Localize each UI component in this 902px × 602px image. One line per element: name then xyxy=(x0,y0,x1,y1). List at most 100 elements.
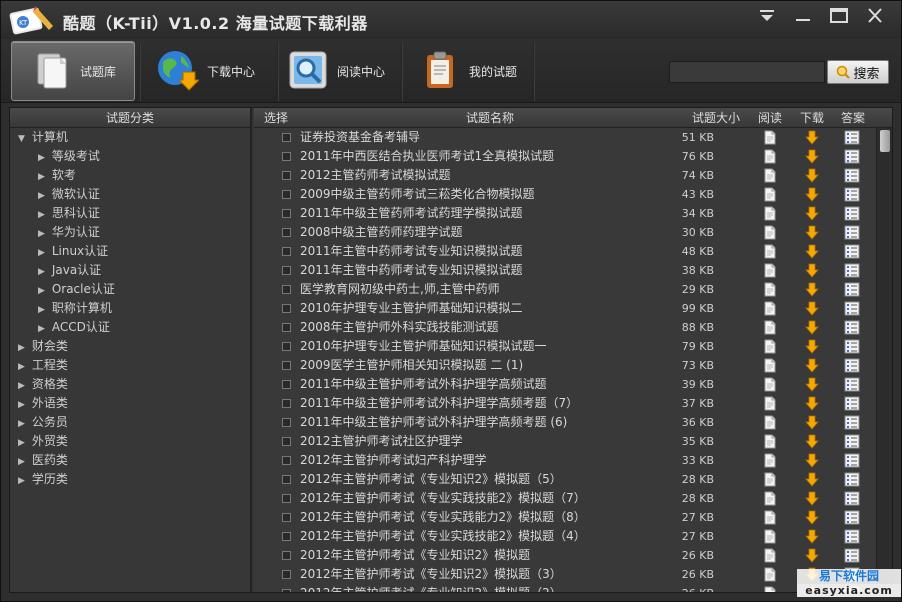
select-checkbox[interactable] xyxy=(282,418,291,427)
answer-list-icon[interactable] xyxy=(844,472,860,487)
tab-download-center[interactable]: 下载中心 xyxy=(155,41,275,101)
table-row[interactable]: 2011年中级主管护师考试外科护理学高频考题（7） 37 KB xyxy=(254,394,876,413)
select-checkbox[interactable] xyxy=(282,456,291,465)
select-checkbox[interactable] xyxy=(282,209,291,218)
select-checkbox[interactable] xyxy=(282,570,291,579)
table-row[interactable]: 2011年中级主管护师考试外科护理学高频考题 (6) 36 KB xyxy=(254,413,876,432)
answer-list-icon[interactable] xyxy=(844,415,860,430)
table-row[interactable]: 2012年主管护师考试《专业知识2》模拟题 26 KB xyxy=(254,546,876,565)
read-document-icon[interactable] xyxy=(762,225,778,240)
download-arrow-icon[interactable] xyxy=(804,225,820,240)
download-arrow-icon[interactable] xyxy=(804,320,820,335)
download-arrow-icon[interactable] xyxy=(804,130,820,145)
answer-list-icon[interactable] xyxy=(844,548,860,563)
table-row[interactable]: 2012年主管护师考试《专业知识2》模拟题（5） 28 KB xyxy=(254,470,876,489)
tab-my-questions[interactable]: 我的试题 xyxy=(421,41,531,101)
scrollbar-thumb[interactable] xyxy=(880,130,890,152)
download-arrow-icon[interactable] xyxy=(804,282,820,297)
tree-item[interactable]: ▶ Oracle认证 xyxy=(10,280,250,299)
read-document-icon[interactable] xyxy=(762,282,778,297)
read-document-icon[interactable] xyxy=(762,263,778,278)
select-checkbox[interactable] xyxy=(282,513,291,522)
download-arrow-icon[interactable] xyxy=(804,434,820,449)
select-checkbox[interactable] xyxy=(282,361,291,370)
table-row[interactable]: 2009医学主管护师相关知识模拟题 二 (1) 73 KB xyxy=(254,356,876,375)
column-select[interactable]: 选择 xyxy=(264,108,288,128)
table-row[interactable]: 2009中级主管药师考试三菘类化合物模拟题 43 KB xyxy=(254,185,876,204)
answer-list-icon[interactable] xyxy=(844,529,860,544)
read-document-icon[interactable] xyxy=(762,339,778,354)
select-checkbox[interactable] xyxy=(282,532,291,541)
table-row[interactable]: 证券投资基金备考辅导 51 KB xyxy=(254,128,876,147)
column-size[interactable]: 试题大小 xyxy=(692,108,740,128)
download-arrow-icon[interactable] xyxy=(804,453,820,468)
column-download[interactable]: 下载 xyxy=(800,108,824,128)
maximize-button[interactable] xyxy=(825,5,853,27)
table-row[interactable]: 2012主管护师考试社区护理学 35 KB xyxy=(254,432,876,451)
read-document-icon[interactable] xyxy=(762,377,778,392)
download-arrow-icon[interactable] xyxy=(804,510,820,525)
close-button[interactable] xyxy=(861,5,889,27)
search-input[interactable] xyxy=(669,61,825,83)
read-document-icon[interactable] xyxy=(762,396,778,411)
tree-item[interactable]: ▶ 微软认证 xyxy=(10,185,250,204)
answer-list-icon[interactable] xyxy=(844,510,860,525)
tree-item[interactable]: ▶ 外贸类 xyxy=(10,432,250,451)
tree-item[interactable]: ▶ 学历类 xyxy=(10,470,250,489)
read-document-icon[interactable] xyxy=(762,529,778,544)
tree-item[interactable]: ▶ 财会类 xyxy=(10,337,250,356)
read-document-icon[interactable] xyxy=(762,358,778,373)
answer-list-icon[interactable] xyxy=(844,244,860,259)
column-answer[interactable]: 答案 xyxy=(841,108,865,128)
table-row[interactable]: 2012年主管护师考试《专业实践技能2》模拟题（4） 27 KB xyxy=(254,527,876,546)
tree-item[interactable]: ▶ 外语类 xyxy=(10,394,250,413)
table-row[interactable]: 2012年主管护师考试《专业实践能力2》模拟题（8） 27 KB xyxy=(254,508,876,527)
answer-list-icon[interactable] xyxy=(844,263,860,278)
tree-item[interactable]: ▶ Linux认证 xyxy=(10,242,250,261)
answer-list-icon[interactable] xyxy=(844,282,860,297)
tree-item[interactable]: ▶ 思科认证 xyxy=(10,204,250,223)
download-arrow-icon[interactable] xyxy=(804,396,820,411)
read-document-icon[interactable] xyxy=(762,434,778,449)
table-row[interactable]: 2012年主管护师考试《专业知识2》模拟题（2） 26 KB xyxy=(254,584,876,592)
table-row[interactable]: 医学教育网初级中药士,师,主管中药师 29 KB xyxy=(254,280,876,299)
answer-list-icon[interactable] xyxy=(844,130,860,145)
dropdown-menu-button[interactable] xyxy=(753,5,781,27)
tab-reading-center[interactable]: 阅读中心 xyxy=(287,41,399,101)
select-checkbox[interactable] xyxy=(282,380,291,389)
column-read[interactable]: 阅读 xyxy=(758,108,782,128)
read-document-icon[interactable] xyxy=(762,453,778,468)
read-document-icon[interactable] xyxy=(762,567,778,582)
download-arrow-icon[interactable] xyxy=(804,244,820,259)
answer-list-icon[interactable] xyxy=(844,377,860,392)
read-document-icon[interactable] xyxy=(762,130,778,145)
tree-item[interactable]: ▶ Java认证 xyxy=(10,261,250,280)
select-checkbox[interactable] xyxy=(282,399,291,408)
answer-list-icon[interactable] xyxy=(844,168,860,183)
table-row[interactable]: 2012年主管护师考试《专业实践技能2》模拟题（7） 28 KB xyxy=(254,489,876,508)
tree-item[interactable]: ▼ 计算机 xyxy=(10,128,250,147)
select-checkbox[interactable] xyxy=(282,152,291,161)
read-document-icon[interactable] xyxy=(762,301,778,316)
select-checkbox[interactable] xyxy=(282,228,291,237)
download-arrow-icon[interactable] xyxy=(804,529,820,544)
select-checkbox[interactable] xyxy=(282,285,291,294)
answer-list-icon[interactable] xyxy=(844,434,860,449)
table-row[interactable]: 2008年主管护师外科实践技能测试题 88 KB xyxy=(254,318,876,337)
tree-item[interactable]: ▶ ACCD认证 xyxy=(10,318,250,337)
select-checkbox[interactable] xyxy=(282,475,291,484)
table-row[interactable]: 2011年中级主管护师考试外科护理学高频试题 39 KB xyxy=(254,375,876,394)
download-arrow-icon[interactable] xyxy=(804,206,820,221)
read-document-icon[interactable] xyxy=(762,149,778,164)
table-row[interactable]: 2012主管药师考试模拟试题 74 KB xyxy=(254,166,876,185)
select-checkbox[interactable] xyxy=(282,247,291,256)
table-row[interactable]: 2008中级主管药师药理学试题 30 KB xyxy=(254,223,876,242)
table-row[interactable]: 2010年护理专业主管护师基础知识模拟试题一 79 KB xyxy=(254,337,876,356)
table-row[interactable]: 2012年主管护师考试妇产科护理学 33 KB xyxy=(254,451,876,470)
table-row[interactable]: 2011年主管中药师考试专业知识模拟试题 38 KB xyxy=(254,261,876,280)
download-arrow-icon[interactable] xyxy=(804,339,820,354)
table-row[interactable]: 2012年主管护师考试《专业知识2》模拟题（3） 26 KB xyxy=(254,565,876,584)
vertical-scrollbar[interactable] xyxy=(876,128,892,592)
select-checkbox[interactable] xyxy=(282,437,291,446)
answer-list-icon[interactable] xyxy=(844,225,860,240)
